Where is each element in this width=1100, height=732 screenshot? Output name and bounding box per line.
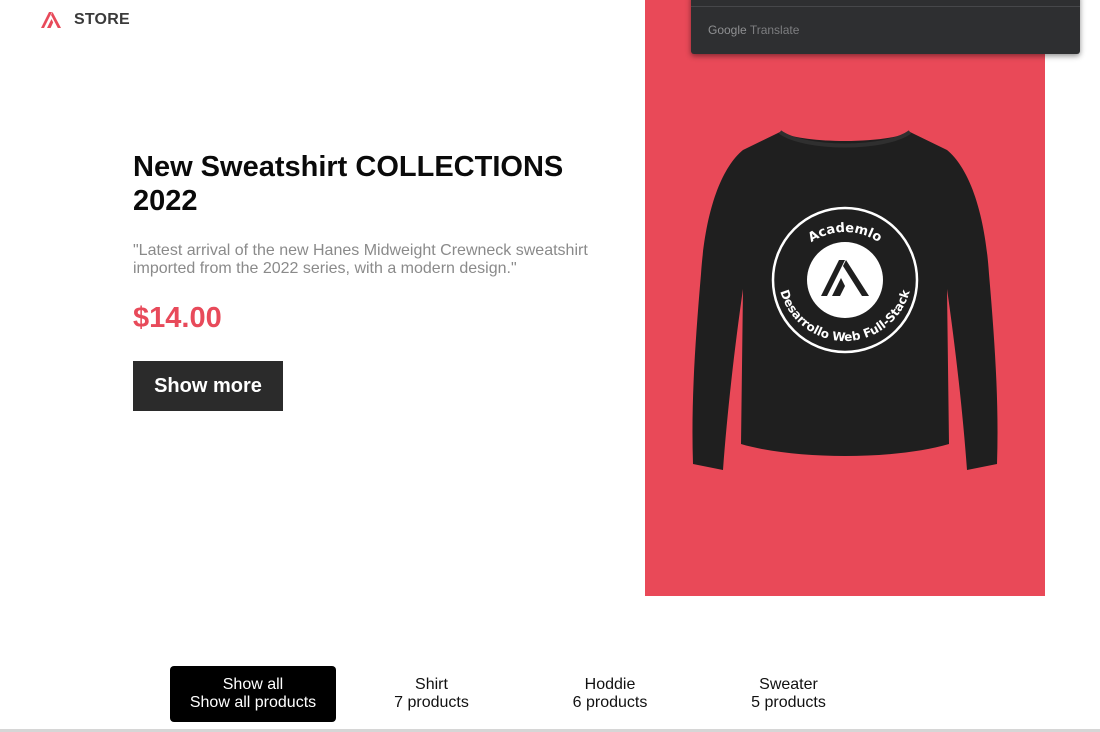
filter-name: Show all — [222, 676, 284, 693]
black-sweatshirt-image: Academlo Desarrollo Web Full-Stack — [692, 130, 998, 470]
filter-count: 7 products — [394, 694, 469, 711]
filter-shirt[interactable]: Shirt 7 products — [349, 666, 515, 722]
filter-sweater[interactable]: Sweater 5 products — [706, 666, 872, 722]
filter-name: Shirt — [415, 676, 448, 693]
hero-title: New Sweatshirt COLLECTIONS 2022 — [133, 151, 564, 217]
filter-name: Sweater — [759, 676, 818, 693]
filter-count: 6 products — [572, 694, 648, 711]
google-translate-label[interactable]: Google Translate — [708, 23, 799, 37]
academlo-logo-icon[interactable] — [40, 11, 62, 29]
brand-name[interactable]: STORE — [74, 11, 130, 29]
hero-description: "Latest arrival of the new Hanes Midweig… — [133, 242, 588, 277]
show-more-button[interactable]: Show more — [133, 361, 283, 411]
hero-section: New Sweatshirt COLLECTIONS 2022 "Latest … — [133, 150, 603, 411]
filter-show-all[interactable]: Show all Show all products — [170, 666, 336, 722]
hero-product-image: Academlo Desarrollo Web Full-Stack — [645, 0, 1045, 596]
filter-count: 5 products — [751, 694, 826, 711]
filter-hoddie[interactable]: Hoddie 6 products — [527, 666, 693, 722]
site-header: STORE — [40, 10, 130, 30]
filter-count: Show all products — [189, 694, 317, 711]
popup-divider — [691, 6, 1080, 7]
filter-name: Hoddie — [584, 676, 636, 693]
google-translate-popup: Google Translate — [691, 0, 1080, 54]
product-price: $14.00 — [133, 302, 222, 334]
category-filters: Show all Show all products Shirt 7 produ… — [170, 666, 872, 722]
